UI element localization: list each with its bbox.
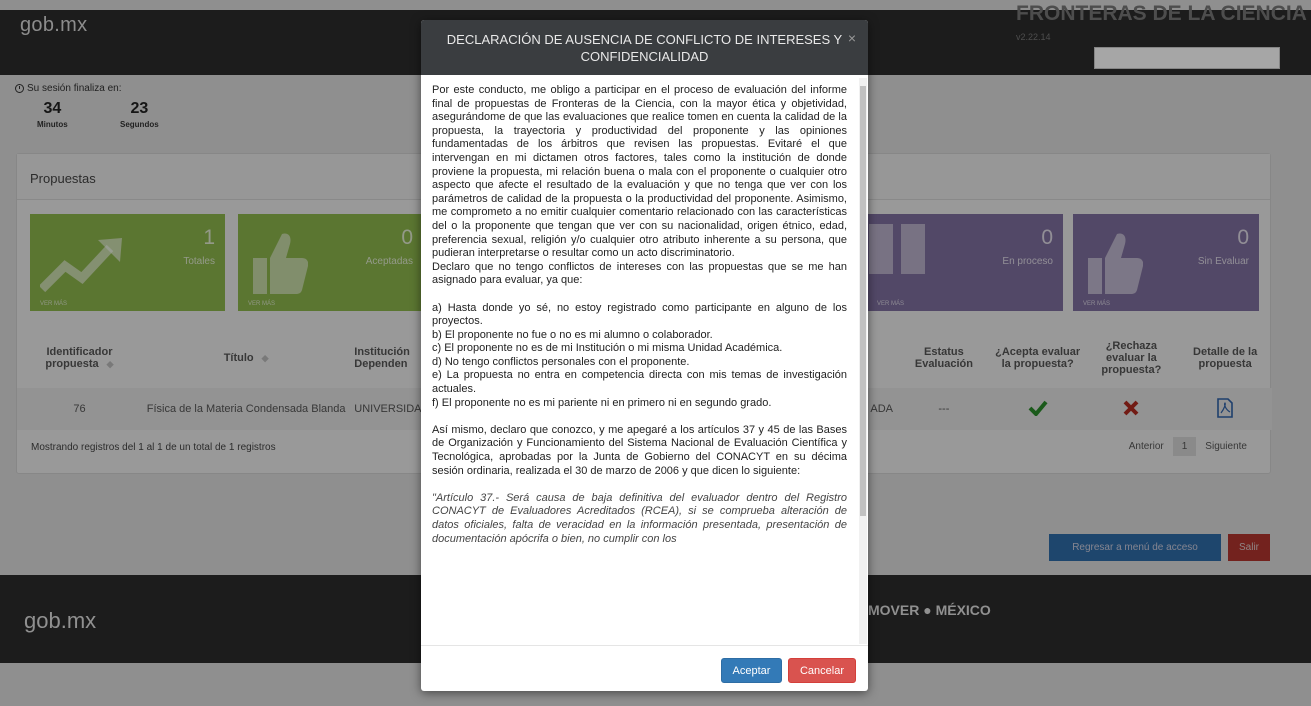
scrollbar-thumb[interactable] — [860, 86, 866, 516]
close-icon[interactable]: × — [848, 30, 856, 47]
declaration-item: a) Hasta donde yo sé, no estoy registrad… — [432, 301, 847, 328]
declaration-item: d) No tengo conflictos personales con el… — [432, 355, 690, 368]
dialog-footer: Aceptar Cancelar — [421, 645, 868, 691]
dialog-body[interactable]: Por este conducto, me obligo a participa… — [421, 75, 868, 645]
declaration-paragraph: Así mismo, declaro que conozco, y me ape… — [432, 423, 847, 477]
dialog-header: DECLARACIÓN DE AUSENCIA DE CONFLICTO DE … — [421, 20, 868, 75]
article-quote: "Artículo 37.- Será causa de baja defini… — [432, 491, 847, 545]
dialog-title: DECLARACIÓN DE AUSENCIA DE CONFLICTO DE … — [446, 32, 843, 64]
declaration-item: e) La propuesta no entra en competencia … — [432, 369, 847, 396]
declaration-item: f) El proponente no es mi pariente ni en… — [432, 396, 772, 409]
declaration-item: b) El proponente no fue o no es mi alumn… — [432, 328, 713, 341]
accept-button[interactable]: Aceptar — [721, 658, 782, 683]
declaration-item: c) El proponente no es de mi Institución… — [432, 342, 783, 355]
cancel-button[interactable]: Cancelar — [788, 658, 856, 683]
conflict-declaration-dialog: DECLARACIÓN DE AUSENCIA DE CONFLICTO DE … — [421, 20, 868, 691]
declaration-paragraph: Por este conducto, me obligo a participa… — [432, 84, 847, 260]
dialog-scrollbar[interactable] — [859, 78, 867, 644]
declaration-paragraph: Declaro que no tengo conflictos de inter… — [432, 260, 847, 287]
